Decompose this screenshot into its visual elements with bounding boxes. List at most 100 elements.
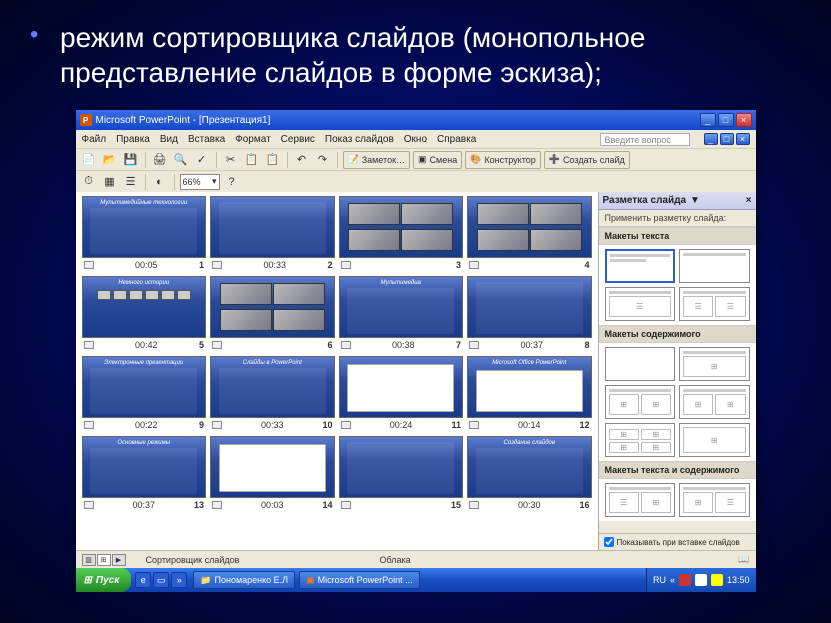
preview-icon[interactable]: 🔍 (172, 151, 190, 169)
layout-blank[interactable] (605, 347, 676, 381)
slide-thumbnail[interactable] (210, 276, 335, 338)
menu-tools[interactable]: Сервис (281, 134, 315, 145)
slide-thumbnail[interactable]: Основные режимы (82, 436, 207, 498)
menu-edit[interactable]: Правка (116, 134, 150, 145)
taskbar-item-doc[interactable]: 📁Пономаренко Е.Л (193, 571, 295, 589)
slide-thumbnail[interactable]: Электронные презентации (82, 356, 207, 418)
transition-icon[interactable] (212, 261, 222, 269)
layout-title[interactable] (605, 249, 676, 283)
transition-icon[interactable] (84, 421, 94, 429)
slide-cell[interactable]: 3 (339, 196, 464, 270)
doc-close-button[interactable]: × (736, 133, 750, 145)
tray-expand-icon[interactable]: « (670, 575, 675, 585)
notes-button[interactable]: 📝Заметок… (343, 151, 411, 169)
slide-thumbnail[interactable] (467, 196, 592, 258)
slide-cell[interactable]: 00:378 (467, 276, 592, 350)
menu-view[interactable]: Вид (160, 134, 178, 145)
system-tray[interactable]: RU « 13:50 (646, 568, 756, 592)
menu-file[interactable]: Файл (82, 134, 107, 145)
summary-icon[interactable]: ☰ (122, 173, 140, 191)
layout-text-left[interactable]: ☰⊞ (605, 483, 676, 517)
help-icon[interactable]: ? (223, 173, 241, 191)
layout-big-content[interactable]: ⊞ (679, 423, 750, 457)
transition-button[interactable]: ▣Смена (413, 151, 462, 169)
taskpane-dropdown-icon[interactable]: ▼ (690, 195, 700, 206)
slide-cell[interactable]: Microsoft Office PowerPoint00:1412 (467, 356, 592, 430)
transition-icon[interactable] (341, 501, 351, 509)
transition-icon[interactable] (341, 261, 351, 269)
slide-thumbnail[interactable] (210, 196, 335, 258)
slide-thumbnail[interactable]: Microsoft Office PowerPoint (467, 356, 592, 418)
menu-help[interactable]: Справка (437, 134, 476, 145)
taskpane-header[interactable]: Разметка слайда ▼ × (599, 192, 756, 210)
slide-thumbnail[interactable] (467, 276, 592, 338)
transition-icon[interactable] (212, 341, 222, 349)
slide-thumbnail[interactable] (210, 436, 335, 498)
slide-thumbnail[interactable]: Мультимедиа (339, 276, 464, 338)
slide-thumbnail[interactable] (339, 356, 464, 418)
color-bw-icon[interactable]: ◐ (151, 173, 169, 191)
menu-insert[interactable]: Вставка (188, 134, 225, 145)
slide-cell[interactable]: 4 (467, 196, 592, 270)
layout-title-content[interactable]: ☰ (605, 287, 676, 321)
redo-icon[interactable]: ↷ (314, 151, 332, 169)
new-slide-button[interactable]: ➕Создать слайд (544, 151, 630, 169)
maximize-button[interactable]: □ (718, 113, 734, 127)
window-titlebar[interactable]: P Microsoft PowerPoint - [Презентация1] … (76, 110, 756, 130)
transition-icon[interactable] (84, 341, 94, 349)
slide-thumbnail[interactable]: Мультимедийные технологии (82, 196, 207, 258)
rehearse-icon[interactable]: ⏱ (80, 173, 98, 191)
slide-sorter-area[interactable]: Мультимедийные технологии00:05100:33234 Н… (76, 192, 598, 550)
layout-two-content[interactable]: ⊞⊞ (605, 385, 676, 419)
transition-icon[interactable] (212, 501, 222, 509)
slide-cell[interactable]: Создание слайдов00:3016 (467, 436, 592, 510)
view-show-icon[interactable]: ▶ (112, 554, 126, 566)
slide-cell[interactable]: Мультимедиа00:387 (339, 276, 464, 350)
taskbar-item-powerpoint[interactable]: ▣Microsoft PowerPoint ... (299, 571, 420, 589)
layout-two-column[interactable]: ☰☰ (679, 287, 750, 321)
save-icon[interactable]: 💾 (122, 151, 140, 169)
new-icon[interactable]: 📄 (80, 151, 98, 169)
transition-icon[interactable] (341, 421, 351, 429)
open-icon[interactable]: 📂 (101, 151, 119, 169)
slide-cell[interactable]: 6 (210, 276, 335, 350)
hide-slide-icon[interactable]: ▦ (101, 173, 119, 191)
start-button[interactable]: ⊞ Пуск (76, 568, 132, 592)
paste-icon[interactable]: 📋 (264, 151, 282, 169)
copy-icon[interactable]: 📋 (243, 151, 261, 169)
close-button[interactable]: × (736, 113, 752, 127)
transition-icon[interactable] (469, 341, 479, 349)
slide-cell[interactable]: Немного истории00:425 (82, 276, 207, 350)
transition-icon[interactable] (469, 501, 479, 509)
slide-cell[interactable]: Электронные презентации00:229 (82, 356, 207, 430)
tray-lang[interactable]: RU (653, 575, 666, 585)
tray-clock[interactable]: 13:50 (727, 575, 750, 585)
slide-cell[interactable]: Мультимедийные технологии00:051 (82, 196, 207, 270)
layout-title-only[interactable] (679, 249, 750, 283)
layout-text-right[interactable]: ⊞☰ (679, 483, 750, 517)
status-icon[interactable]: 📖 (738, 554, 749, 565)
slide-thumbnail[interactable]: Немного истории (82, 276, 207, 338)
doc-restore-button[interactable]: □ (720, 133, 734, 145)
slide-cell[interactable]: 00:332 (210, 196, 335, 270)
transition-icon[interactable] (84, 501, 94, 509)
minimize-button[interactable]: _ (700, 113, 716, 127)
transition-icon[interactable] (212, 421, 222, 429)
show-on-insert-checkbox[interactable] (604, 537, 614, 547)
menu-window[interactable]: Окно (404, 134, 427, 145)
undo-icon[interactable]: ↶ (293, 151, 311, 169)
slide-cell[interactable]: 00:0314 (210, 436, 335, 510)
slide-thumbnail[interactable]: Слайды в PowerPoint (210, 356, 335, 418)
slide-thumbnail[interactable]: Создание слайдов (467, 436, 592, 498)
transition-icon[interactable] (341, 341, 351, 349)
spell-icon[interactable]: ✓ (193, 151, 211, 169)
view-normal-icon[interactable]: ▥ (82, 554, 96, 566)
layout-content[interactable]: ⊞ (679, 347, 750, 381)
tray-app-icon[interactable] (695, 574, 707, 586)
slide-cell[interactable]: Слайды в PowerPoint00:3310 (210, 356, 335, 430)
slide-cell[interactable]: 15 (339, 436, 464, 510)
view-sorter-icon[interactable]: ⊞ (97, 554, 111, 566)
slide-thumbnail[interactable] (339, 196, 464, 258)
menu-slideshow[interactable]: Показ слайдов (325, 134, 394, 145)
zoom-combo[interactable]: 66%▾ (180, 174, 220, 190)
